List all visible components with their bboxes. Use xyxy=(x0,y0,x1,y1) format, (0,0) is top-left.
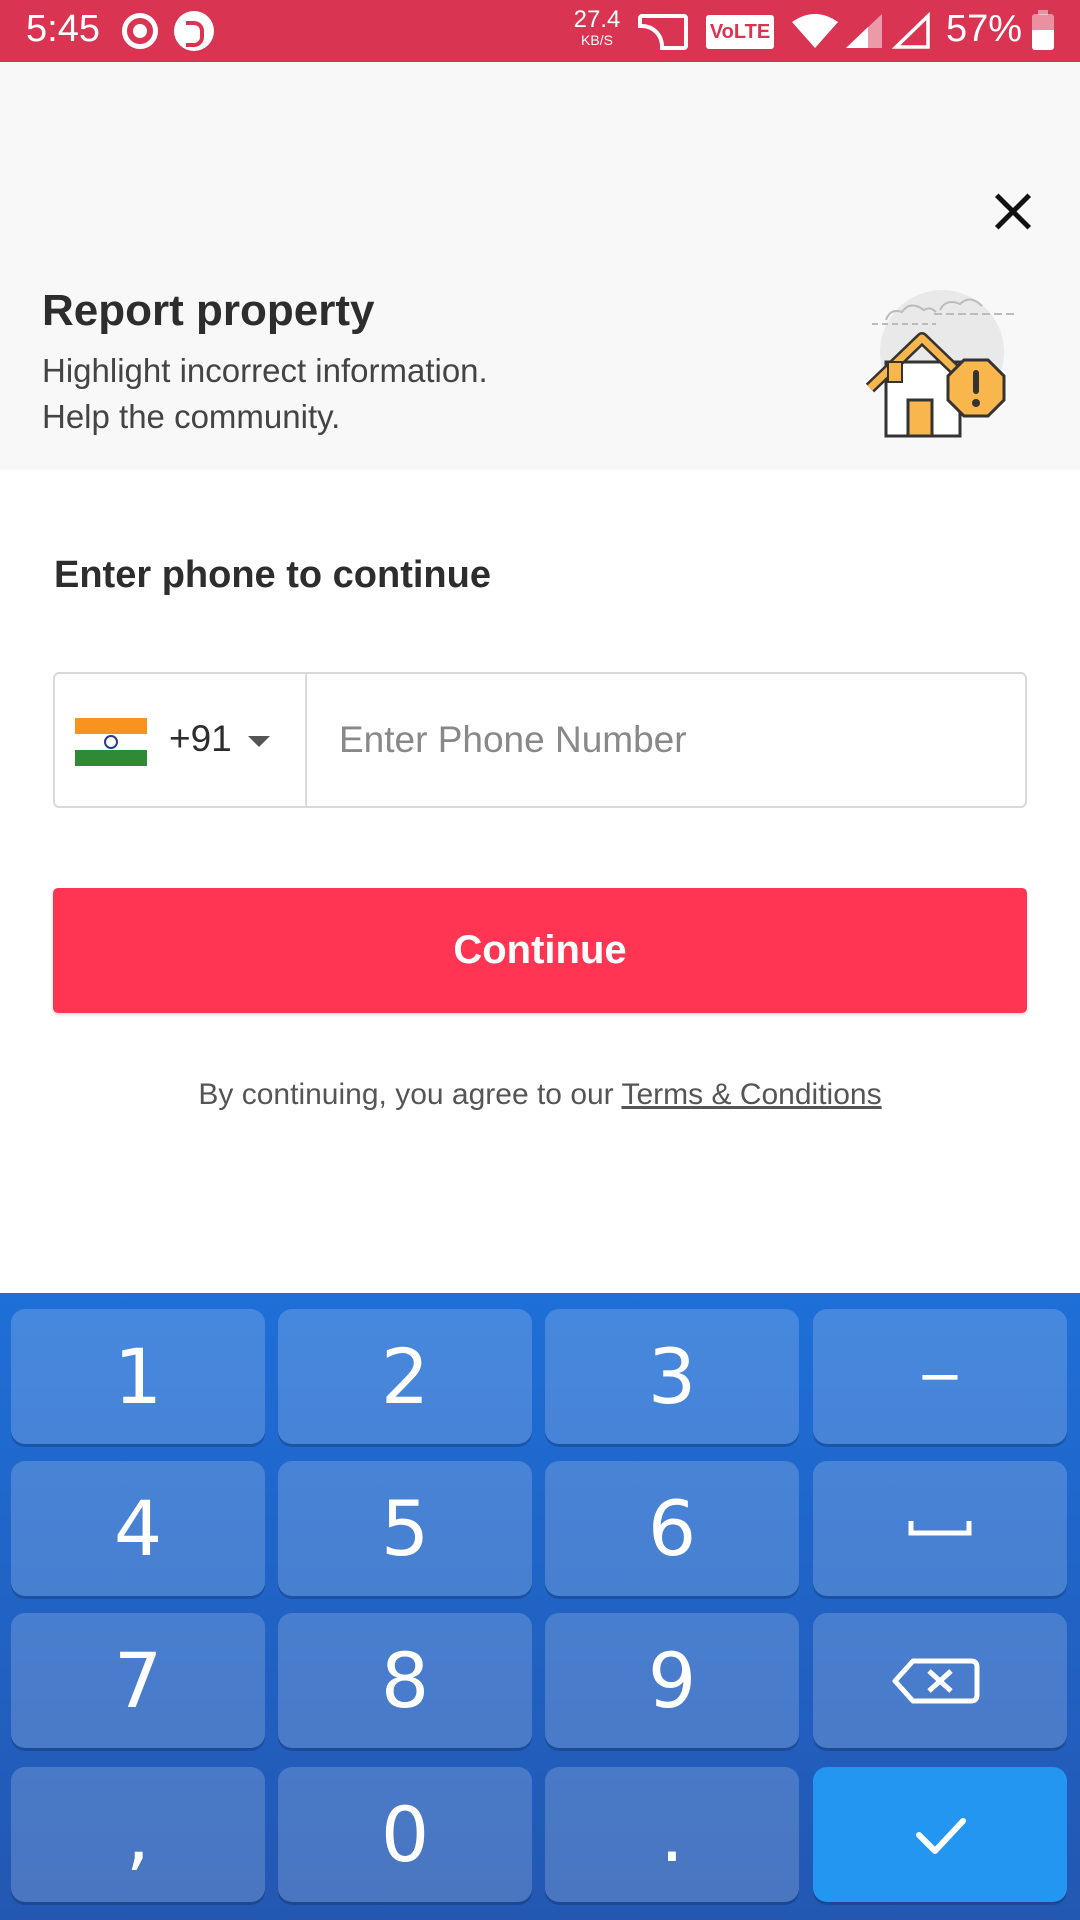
backspace-icon xyxy=(892,1658,980,1704)
key-backspace[interactable] xyxy=(813,1613,1067,1748)
terms-text: By continuing, you agree to our Terms & … xyxy=(0,1078,1080,1112)
network-speed-unit: KB/S xyxy=(581,32,613,48)
report-header: Report property Highlight incorrect info… xyxy=(0,62,1080,470)
house-warning-illustration xyxy=(866,290,1014,438)
page-title: Report property xyxy=(42,286,375,335)
key-comma[interactable]: , xyxy=(11,1767,265,1902)
subtitle-line-2: Help the community. xyxy=(42,398,341,435)
key-done[interactable] xyxy=(813,1767,1067,1902)
network-speed: 27.4 KB/S xyxy=(568,6,626,48)
key-7[interactable]: 7 xyxy=(11,1613,265,1748)
continue-button[interactable]: Continue xyxy=(53,888,1027,1013)
app-notification-icon xyxy=(174,11,214,51)
battery-percent: 57% xyxy=(946,8,1023,50)
terms-prefix: By continuing, you agree to our xyxy=(198,1078,622,1111)
status-bar: 5:45 27.4 KB/S VoLTE 57% xyxy=(0,0,1080,62)
numeric-keyboard: 1 2 3 − 4 5 6 7 8 9 , 0 . xyxy=(0,1293,1080,1920)
form-heading: Enter phone to continue xyxy=(54,554,491,596)
screen-record-icon xyxy=(122,13,158,49)
key-9[interactable]: 9 xyxy=(545,1613,799,1748)
subtitle-line-1: Highlight incorrect information. xyxy=(42,352,488,389)
key-2[interactable]: 2 xyxy=(278,1309,532,1444)
volte-badge: VoLTE xyxy=(706,15,774,49)
wifi-icon xyxy=(792,14,838,48)
key-0[interactable]: 0 xyxy=(278,1767,532,1902)
country-code-selector[interactable]: +91 xyxy=(55,674,307,806)
key-minus[interactable]: − xyxy=(813,1309,1067,1444)
cast-icon xyxy=(636,14,688,52)
key-4[interactable]: 4 xyxy=(11,1461,265,1596)
india-flag-icon xyxy=(75,718,147,766)
key-space[interactable] xyxy=(813,1461,1067,1596)
battery-icon xyxy=(1032,10,1054,50)
phone-input-group: +91 xyxy=(53,672,1027,808)
page-subtitle: Highlight incorrect information. Help th… xyxy=(42,348,488,440)
signal-full-icon xyxy=(846,14,882,48)
status-time: 5:45 xyxy=(26,8,100,50)
network-speed-value: 27.4 xyxy=(573,6,621,33)
country-code: +91 xyxy=(169,718,232,759)
key-3[interactable]: 3 xyxy=(545,1309,799,1444)
key-5[interactable]: 5 xyxy=(278,1461,532,1596)
checkmark-icon xyxy=(916,1818,966,1854)
phone-number-input[interactable] xyxy=(309,674,1025,806)
key-1[interactable]: 1 xyxy=(11,1309,265,1444)
signal-empty-icon xyxy=(892,12,930,49)
key-6[interactable]: 6 xyxy=(545,1461,799,1596)
space-icon xyxy=(908,1521,972,1536)
key-8[interactable]: 8 xyxy=(278,1613,532,1748)
key-period[interactable]: . xyxy=(545,1767,799,1902)
dropdown-caret-icon xyxy=(248,736,270,747)
close-button[interactable] xyxy=(988,184,1044,240)
terms-link[interactable]: Terms & Conditions xyxy=(621,1078,881,1111)
